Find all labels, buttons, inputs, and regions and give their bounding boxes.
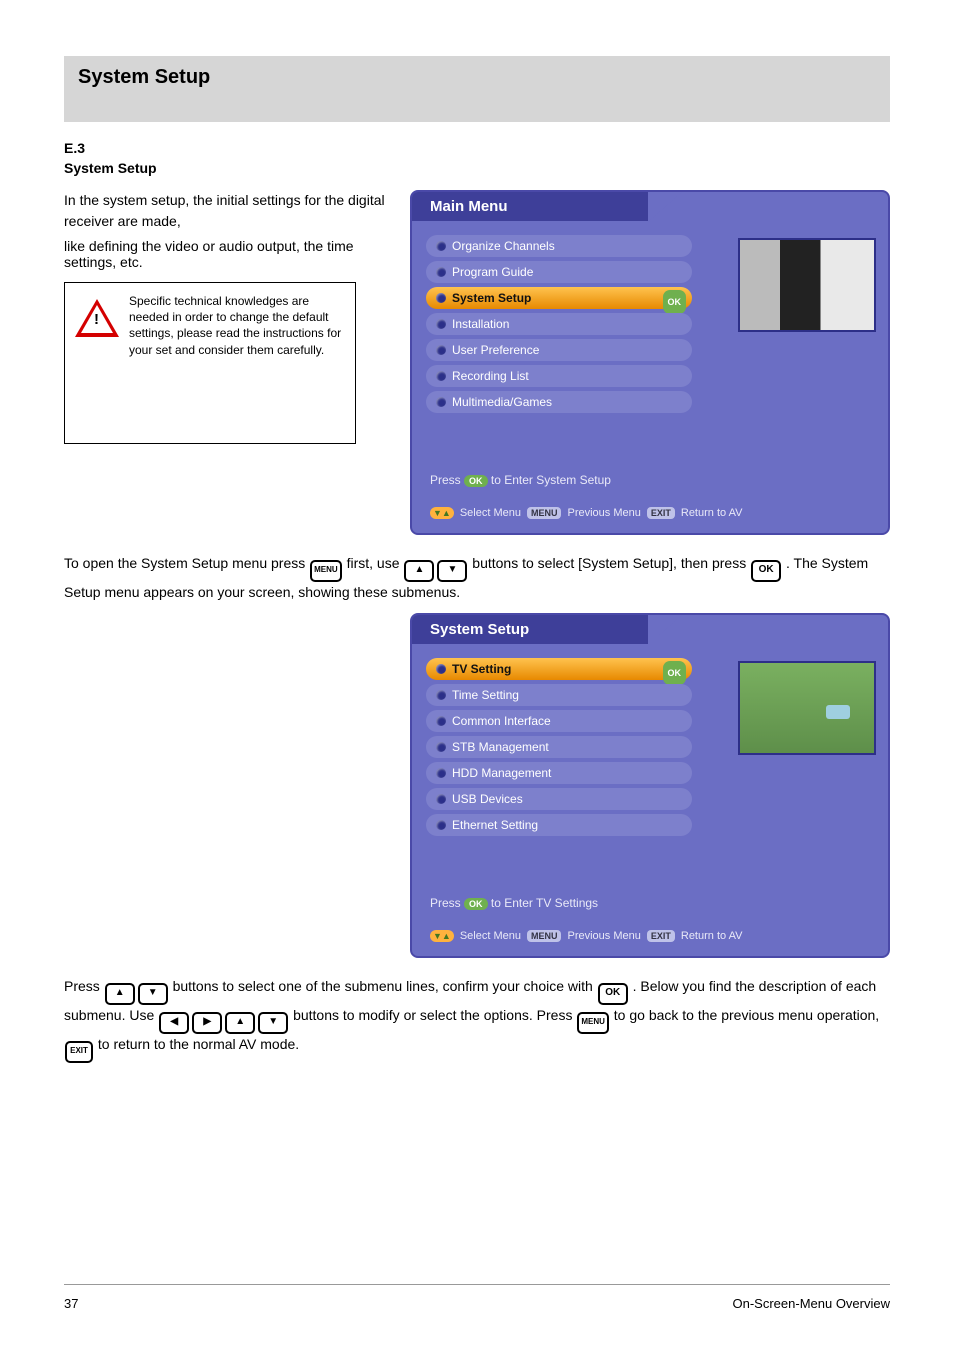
footer-text: Previous Menu: [567, 507, 640, 519]
warning-box: ! Specific technical knowledges are need…: [64, 282, 356, 444]
page-label: On-Screen-Menu Overview: [733, 1296, 891, 1311]
submenu-item-label: USB Devices: [452, 792, 523, 806]
submenu-item-tv-setting[interactable]: TV SettingOK: [426, 658, 692, 680]
menu-item-label: System Setup: [452, 291, 531, 305]
menu-item-label: Multimedia/Games: [452, 395, 552, 409]
exit-key-icon: EXIT: [65, 1041, 93, 1063]
intro-text-1: In the system setup, the initial setting…: [64, 190, 390, 232]
step-text: Press: [64, 978, 100, 994]
up-key-icon: ▲: [225, 1012, 255, 1034]
menu-item-label: Recording List: [452, 369, 529, 383]
submenu-item-usb-devices[interactable]: USB Devices: [426, 788, 692, 810]
section-number: E.3: [64, 140, 85, 156]
footer-text: Select Menu: [460, 507, 521, 519]
hint-text: to Enter TV Settings: [491, 896, 598, 910]
main-menu-screenshot: Main Menu Organize Channels Program Guid…: [410, 190, 890, 535]
menu-item-multimedia-games[interactable]: Multimedia/Games: [426, 391, 692, 413]
hint-text: Press: [430, 473, 461, 487]
step-text: buttons to select [System Setup], then p…: [472, 555, 746, 571]
footer-text: Select Menu: [460, 930, 521, 942]
hint-text: to Enter System Setup: [491, 473, 611, 487]
footer-text: Return to AV: [681, 507, 743, 519]
submenu-item-time-setting[interactable]: Time Setting: [426, 684, 692, 706]
submenu-item-label: Time Setting: [452, 688, 519, 702]
menu-key-icon: MENU: [310, 560, 342, 582]
submenu-item-label: Common Interface: [452, 714, 551, 728]
menu-item-system-setup[interactable]: System SetupOK: [426, 287, 692, 309]
ok-badge: OK: [663, 290, 687, 314]
step-text: first, use: [347, 555, 400, 571]
ok-key-icon: OK: [751, 560, 781, 582]
step-text: to go back to the previous menu operatio…: [614, 1007, 879, 1023]
ok-icon: OK: [464, 475, 488, 487]
menu-item-label: User Preference: [452, 343, 539, 357]
right-key-icon: ▶: [192, 1012, 222, 1034]
menu-item-recording-list[interactable]: Recording List: [426, 365, 692, 387]
left-key-icon: ◀: [159, 1012, 189, 1034]
car-icon: [826, 705, 850, 719]
page-banner: System Setup: [64, 56, 890, 122]
hint-text: Press: [430, 896, 461, 910]
ok-icon: OK: [464, 898, 488, 910]
submenu-item-label: HDD Management: [452, 766, 551, 780]
section-title: System Setup: [64, 160, 890, 176]
step-text: To open the System Setup menu press: [64, 555, 305, 571]
menu-item-organize-channels[interactable]: Organize Channels: [426, 235, 692, 257]
step-text: Press: [537, 1007, 573, 1023]
menu-item-installation[interactable]: Installation: [426, 313, 692, 335]
step-text: buttons to modify or select the options.: [293, 1007, 533, 1023]
step-text: buttons to select one of the submenu lin…: [173, 978, 593, 994]
submenu-item-common-interface[interactable]: Common Interface: [426, 710, 692, 732]
system-setup-screenshot: System Setup TV SettingOK Time Setting C…: [410, 613, 890, 958]
menu-item-label: Installation: [452, 317, 509, 331]
submenu-item-label: TV Setting: [452, 662, 511, 676]
down-key-icon: ▼: [138, 983, 168, 1005]
footer-text: Return to AV: [681, 930, 743, 942]
system-setup-title: System Setup: [412, 615, 648, 644]
footer-text: Previous Menu: [567, 930, 640, 942]
instruction-step-2: Press ▲ ▼ buttons to select one of the s…: [64, 976, 890, 1063]
menu-badge: MENU: [527, 507, 562, 519]
main-menu-footer: ▼▲ Select Menu MENU Previous Menu EXIT R…: [430, 507, 742, 519]
down-key-icon: ▼: [258, 1012, 288, 1034]
section-heading: E.3 System Setup: [64, 140, 890, 176]
step-text: to return to the normal AV mode.: [98, 1036, 299, 1052]
ok-badge: OK: [663, 661, 687, 685]
submenu-item-label: Ethernet Setting: [452, 818, 538, 832]
exit-badge: EXIT: [647, 507, 675, 519]
updown-badge: ▼▲: [430, 507, 454, 519]
up-key-icon: ▲: [105, 983, 135, 1005]
updown-badge: ▼▲: [430, 930, 454, 942]
down-key-icon: ▼: [437, 560, 467, 582]
video-preview: [738, 661, 876, 755]
video-preview: [738, 238, 876, 332]
menu-item-program-guide[interactable]: Program Guide: [426, 261, 692, 283]
menu-badge: MENU: [527, 930, 562, 942]
system-setup-footer: ▼▲ Select Menu MENU Previous Menu EXIT R…: [430, 930, 742, 942]
up-key-icon: ▲: [404, 560, 434, 582]
warning-icon: !: [75, 299, 119, 337]
system-setup-hint: Press OK to Enter TV Settings: [430, 896, 598, 910]
footer-rule: [64, 1284, 890, 1285]
page-number: 37: [64, 1296, 78, 1311]
submenu-item-stb-management[interactable]: STB Management: [426, 736, 692, 758]
ok-key-icon: OK: [598, 983, 628, 1005]
menu-item-user-preference[interactable]: User Preference: [426, 339, 692, 361]
submenu-item-label: STB Management: [452, 740, 549, 754]
submenu-item-ethernet-setting[interactable]: Ethernet Setting: [426, 814, 692, 836]
instruction-step-1: To open the System Setup menu press MENU…: [64, 553, 890, 603]
main-menu-hint: Press OK to Enter System Setup: [430, 473, 611, 487]
intro-text-2: like defining the video or audio output,…: [64, 238, 390, 270]
menu-key-icon: MENU: [577, 1012, 609, 1034]
submenu-item-hdd-management[interactable]: HDD Management: [426, 762, 692, 784]
exit-badge: EXIT: [647, 930, 675, 942]
warning-text: Specific technical knowledges are needed…: [129, 293, 345, 358]
menu-item-label: Organize Channels: [452, 239, 555, 253]
menu-item-label: Program Guide: [452, 265, 533, 279]
main-menu-title: Main Menu: [412, 192, 648, 221]
